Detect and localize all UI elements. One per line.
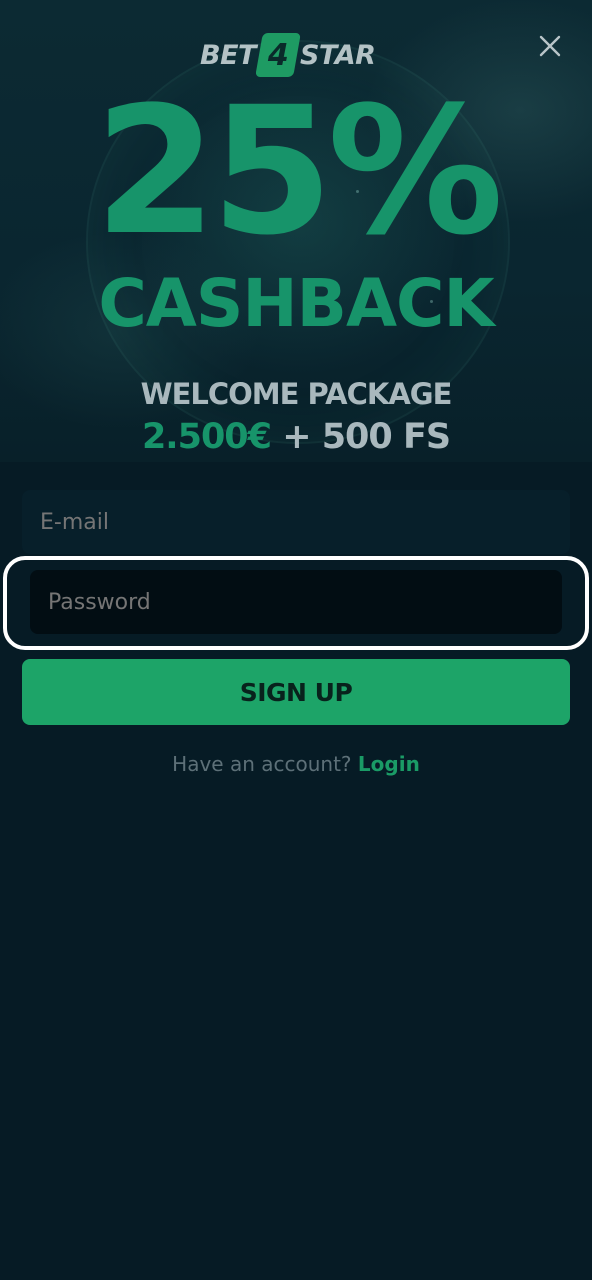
signup-button[interactable]: SIGN UP — [22, 659, 570, 725]
logo-text-left: BET — [200, 39, 256, 71]
login-prompt: Have an account? Login — [0, 750, 592, 778]
close-icon — [539, 35, 561, 57]
cashback-percent: 25% — [94, 69, 503, 274]
welcome-package-label: WELCOME PACKAGE — [140, 377, 453, 411]
email-input[interactable] — [22, 490, 570, 554]
account-prompt-text: Have an account? — [172, 752, 352, 776]
logo-text-right: STAR — [299, 39, 376, 71]
welcome-offer: 2.500€ + 500 FS — [0, 414, 592, 460]
signup-screen: BET 4 STAR 25% CASHBACK WELCOME PACKAGE … — [0, 0, 592, 1280]
login-link[interactable]: Login — [358, 752, 420, 776]
promo-banner: BET 4 STAR 25% CASHBACK WELCOME PACKAGE … — [0, 0, 592, 462]
cashback-title: CASHBACK — [98, 265, 494, 342]
password-input[interactable] — [30, 570, 562, 634]
logo-badge-number: 4 — [267, 37, 289, 73]
close-button[interactable] — [534, 30, 566, 62]
offer-amount: 2.500€ — [141, 417, 272, 457]
offer-free-spins: + 500 FS — [282, 417, 451, 457]
